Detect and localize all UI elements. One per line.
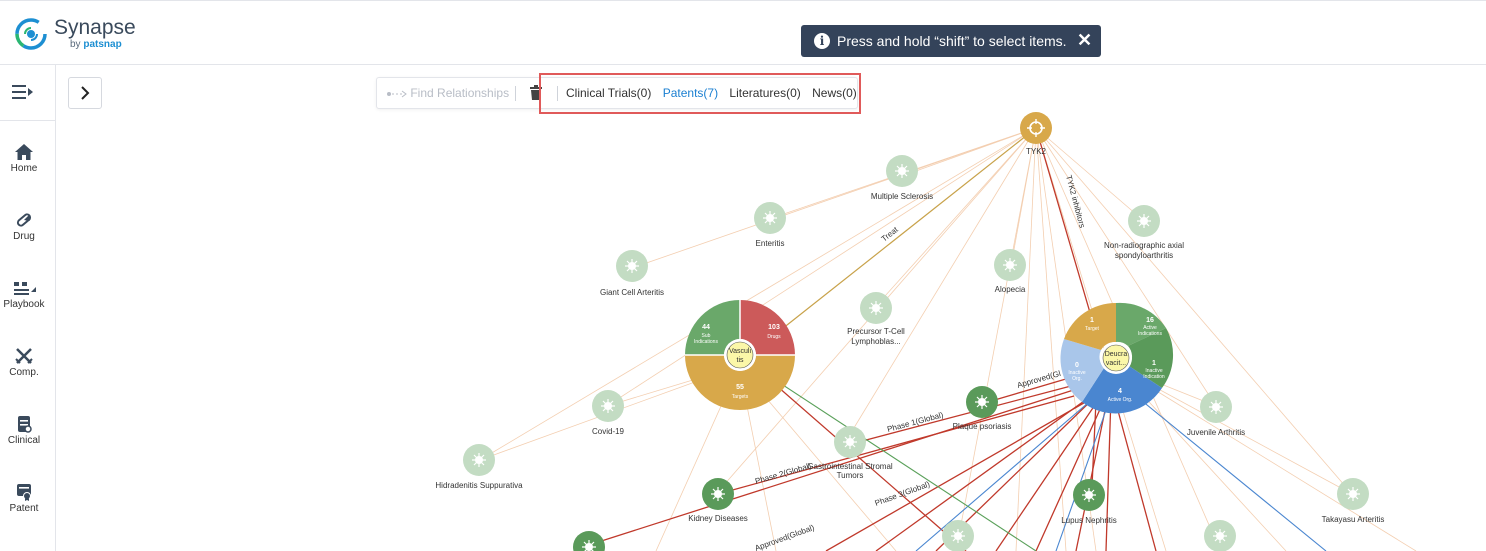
synapse-logo-icon [14,17,48,51]
deucra-center-line2: vacit... [1106,360,1126,367]
disease-node-non-radiographic[interactable]: Non-radiographic axial spondyloarthritis [1104,205,1184,260]
brand-by: by [70,39,81,50]
sidebar-item-label: Drug [0,231,48,242]
left-sidebar: Home Drug Playbook Comp. Clinical Patent [0,65,56,551]
relationship-icon [387,89,407,99]
segment-label: Org. [1072,376,1082,382]
disease-node-partial-1[interactable] [942,520,974,551]
sidebar-item-label: Comp. [0,367,48,378]
segment-label: Drugs [767,334,781,340]
node-label: Kidney Diseases [688,514,748,523]
find-relationships-label: Find Relationships [410,86,509,100]
sidebar-item-comp[interactable]: Comp. [0,347,48,403]
segment-count: 4 [1118,388,1122,395]
segment-label: Active Org. [1108,397,1133,403]
disease-node-hidradenitis[interactable]: Hidradenitis Suppurativa [435,444,523,490]
brand-subtitle: by patsnap [70,39,122,50]
sidebar-item-patent[interactable]: Patent [0,483,48,539]
node-label: Alopecia [995,285,1026,294]
segment-label: Targets [732,394,749,400]
disease-node-enteritis[interactable]: Enteritis [754,202,786,248]
pill-icon [14,211,34,229]
node-label: Hidradenitis Suppurativa [435,481,523,490]
node-label: TYK2 [1026,147,1047,156]
home-icon [14,143,34,161]
disease-node-takayasu[interactable]: Takayasu Arteritis [1322,478,1385,524]
brand-name: Synapse [54,16,136,40]
target-node-tyk2[interactable]: TYK2 [1020,112,1052,156]
node-label: Takayasu Arteritis [1322,515,1385,524]
segment-count: 44 [702,324,710,331]
segment-count: 0 [1075,362,1079,369]
disease-node-partial-2[interactable] [1204,520,1236,551]
segment-count: 1 [1090,317,1094,324]
vasculitis-hub-node[interactable]: Vasculi tis 103 Drugs 55 Targets 44 Sub … [685,300,795,410]
segment-label: Indications [1138,331,1162,337]
disease-node-gastrointestinal[interactable]: Gastrointestinal Stromal Tumors [807,426,893,480]
tabs-highlight-box [539,73,861,114]
node-label: Lupus Nephritis [1061,516,1117,525]
sidebar-item-home[interactable]: Home [0,143,48,199]
info-icon: i [814,33,830,49]
segment-label: Indication [1143,374,1165,380]
deucravacitinib-hub-node[interactable]: Deucra vacit... 16 Active Indications 1 … [1060,303,1173,414]
toolbar-divider [515,86,516,101]
node-label: Precursor T-Cell [847,327,905,336]
node-label: Tumors [837,471,864,480]
vasculitis-center-line1: Vasculi [729,348,751,355]
disease-node-covid-19[interactable]: Covid-19 [592,390,625,436]
deucra-center-line1: Deucra [1105,351,1128,358]
segment-count: 16 [1146,317,1154,324]
app-header: Synapse by patsnap [0,0,1486,65]
menu-collapse-icon[interactable] [12,83,34,101]
node-label: spondyloarthritis [1115,251,1173,260]
segment-label: Target [1085,326,1100,332]
disease-node-alopecia[interactable]: Alopecia [994,249,1026,294]
close-icon[interactable]: ✕ [1077,30,1092,51]
segment-count: 103 [768,324,780,331]
disease-node-partial-3[interactable] [573,531,605,551]
node-label: Juvenile Arthritis [1187,428,1245,437]
node-label: Plaque psoriasis [953,422,1012,431]
patent-icon [14,483,34,501]
vasculitis-center-line2: tis [737,357,745,364]
sidebar-divider [0,120,56,121]
sidebar-item-label: Home [0,163,48,174]
relationship-graph[interactable]: Treat TYK2 inhibitors Approved(Gl Phase … [56,66,1486,551]
toast-message: Press and hold “shift” to select items. [837,33,1067,49]
brand-vendor: patsnap [83,39,121,50]
node-label: Multiple Sclerosis [871,192,933,201]
segment-count: 55 [736,384,744,391]
node-label: Non-radiographic axial [1104,241,1184,250]
disease-node-precursor-t-cell[interactable]: Precursor T-Cell Lymphoblas... [847,292,905,346]
edges-faint [480,128,1416,551]
disease-node-plaque-psoriasis[interactable]: Plaque psoriasis [953,386,1012,431]
find-relationships-button[interactable]: Find Relationships [387,86,509,100]
node-label: Enteritis [756,239,785,248]
segment-label: Indications [694,339,718,345]
node-label: Covid-19 [592,427,625,436]
shift-select-toast: i Press and hold “shift” to select items… [801,25,1101,57]
playbook-icon [11,279,37,297]
disease-node-kidney-diseases[interactable]: Kidney Diseases [688,478,748,523]
sidebar-item-clinical[interactable]: Clinical [0,415,48,471]
segment-count: 1 [1152,360,1156,367]
disease-node-giant-cell-arteritis[interactable]: Giant Cell Arteritis [600,250,664,297]
edge-label-approved-global: Approved(Global) [754,523,816,551]
sidebar-item-label: Patent [0,503,48,514]
sidebar-item-label: Clinical [0,435,48,446]
node-label: Giant Cell Arteritis [600,288,664,297]
clinical-icon [14,415,34,433]
sidebar-item-playbook[interactable]: Playbook [0,279,48,335]
disease-node-multiple-sclerosis[interactable]: Multiple Sclerosis [871,155,933,201]
sidebar-item-drug[interactable]: Drug [0,211,48,267]
node-label: Gastrointestinal Stromal [807,462,893,471]
node-label: Lymphoblas... [851,337,901,346]
edge-label-phase3: Phase 3(Global) [874,480,932,508]
sidebar-item-label: Playbook [0,299,48,310]
competition-icon [14,347,34,365]
